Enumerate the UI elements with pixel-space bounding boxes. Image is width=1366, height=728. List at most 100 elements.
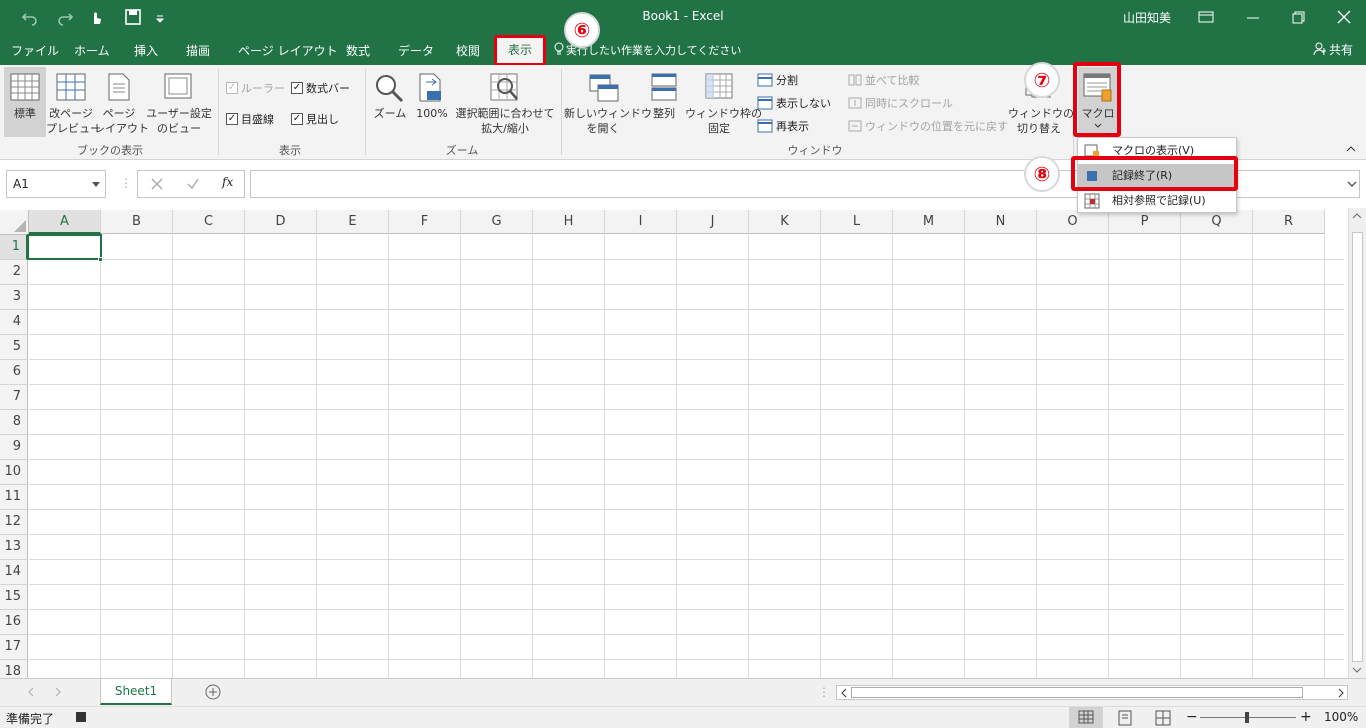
name-box[interactable]: A1 [6,170,106,198]
scroll-left-icon[interactable] [840,688,848,698]
normal-view-status-button[interactable] [1069,707,1103,728]
expand-formula-bar-icon[interactable] [1347,181,1357,187]
menu-item-relative-reference[interactable]: 相対参照で記録(U) [1078,189,1236,213]
row-header[interactable]: 6 [0,360,28,385]
sheet-tab-sheet1[interactable]: Sheet1 [100,679,172,705]
scroll-down-icon[interactable] [1352,666,1362,674]
page-layout-view-button[interactable]: ページ レイアウト [94,67,149,137]
page-layout-status-icon[interactable] [1117,710,1133,726]
tab-data[interactable]: データ [398,42,434,59]
column-header[interactable]: N [965,210,1037,234]
share-button[interactable]: 共有 [1329,41,1353,58]
gridlines-checkbox[interactable]: ✓ 目盛線 [226,111,274,127]
active-cell[interactable] [27,234,102,260]
page-break-status-icon[interactable] [1155,710,1171,726]
fill-handle[interactable] [98,257,103,262]
column-header[interactable]: P [1109,210,1181,234]
hide-button[interactable]: 表示しない [757,95,831,111]
custom-views-button[interactable]: ユーザー設定 のビュー [146,67,212,137]
scroll-thumb[interactable] [1352,232,1363,662]
zoom-level[interactable]: 100% [1324,710,1358,724]
row-header[interactable]: 16 [0,610,28,635]
stop-recording-icon[interactable] [76,712,86,722]
sheet-prev-icon[interactable] [27,687,35,697]
normal-view-button[interactable]: 標準 [4,67,46,137]
column-header[interactable]: K [749,210,821,234]
cancel-entry-icon[interactable] [150,177,164,191]
cell-area[interactable] [29,235,1344,678]
new-window-button[interactable]: 新しいウィンドウ を開く [564,67,652,137]
tab-file[interactable]: ファイル [11,42,59,59]
row-header[interactable]: 11 [0,485,28,510]
new-sheet-icon[interactable] [205,684,221,700]
row-header[interactable]: 3 [0,285,28,310]
column-header[interactable]: E [317,210,389,234]
confirm-entry-icon[interactable] [186,177,200,191]
freeze-panes-button[interactable]: ウィンドウ枠の 固定 [685,67,762,137]
horizontal-scrollbar[interactable] [836,685,1348,700]
tab-formulas[interactable]: 数式 [346,42,370,59]
undo-icon[interactable] [20,8,40,26]
drag-handle-icon[interactable]: ⋮ [818,685,830,699]
row-header[interactable]: 14 [0,560,28,585]
row-header[interactable]: 13 [0,535,28,560]
column-header[interactable]: C [173,210,245,234]
scroll-up-icon[interactable] [1352,212,1362,220]
column-header[interactable]: D [245,210,317,234]
tab-review[interactable]: 校閲 [456,42,480,59]
column-header[interactable]: J [677,210,749,234]
unhide-button[interactable]: 再表示 [757,118,809,134]
zoom-100-button[interactable]: 100% [413,67,451,137]
drag-handle-icon[interactable]: ⋮ [120,176,132,190]
tab-page-layout[interactable]: ページ レイアウト [238,42,338,59]
tab-draw[interactable]: 描画 [186,42,210,59]
column-header[interactable]: H [533,210,605,234]
row-header[interactable]: 12 [0,510,28,535]
column-header[interactable]: A [29,210,101,234]
select-all-button[interactable] [0,210,29,235]
sheet-next-icon[interactable] [54,687,62,697]
column-header[interactable]: I [605,210,677,234]
formula-bar-checkbox[interactable]: ✓ 数式バー [291,80,350,96]
row-header[interactable]: 18 [0,660,28,678]
h-scroll-thumb[interactable] [851,687,1303,698]
user-name[interactable]: 山田知美 [1123,9,1171,26]
zoom-to-selection-button[interactable]: 選択範囲に合わせて 拡大/縮小 [454,67,556,137]
arrange-all-button[interactable]: 整列 [645,67,683,137]
redo-icon[interactable] [55,8,75,26]
vertical-scrollbar[interactable] [1348,208,1366,678]
zoom-in-icon[interactable]: + [1300,709,1312,725]
column-header[interactable]: G [461,210,533,234]
share-icon[interactable] [1313,42,1327,56]
column-header[interactable]: M [893,210,965,234]
zoom-slider-thumb[interactable] [1245,712,1249,723]
tab-home[interactable]: ホーム [74,42,110,59]
save-icon[interactable] [123,8,143,26]
touch-mode-icon[interactable] [86,8,106,26]
tab-view[interactable]: 表示 [494,35,546,66]
close-icon[interactable] [1334,8,1354,26]
customize-qat-icon[interactable] [154,8,174,26]
page-break-preview-button[interactable]: 改ページ プレビュー [46,67,101,137]
column-header[interactable]: R [1253,210,1325,234]
scroll-right-icon[interactable] [1337,688,1345,698]
row-header[interactable]: 2 [0,260,28,285]
row-header[interactable]: 4 [0,310,28,335]
column-header[interactable]: L [821,210,893,234]
column-header[interactable]: B [101,210,173,234]
row-header[interactable]: 1 [0,235,28,260]
headings-checkbox[interactable]: ✓ 見出し [291,111,339,127]
minimize-icon[interactable] [1243,8,1263,26]
ribbon-display-options-icon[interactable] [1196,8,1216,26]
zoom-out-icon[interactable]: − [1186,709,1198,725]
row-header[interactable]: 5 [0,335,28,360]
restore-icon[interactable] [1288,8,1308,26]
row-header[interactable]: 10 [0,460,28,485]
column-header[interactable]: O [1037,210,1109,234]
column-header[interactable]: F [389,210,461,234]
split-button[interactable]: 分割 [757,72,798,88]
row-header[interactable]: 15 [0,585,28,610]
chevron-down-icon[interactable] [92,182,100,188]
column-header[interactable]: Q [1181,210,1253,234]
row-header[interactable]: 8 [0,410,28,435]
